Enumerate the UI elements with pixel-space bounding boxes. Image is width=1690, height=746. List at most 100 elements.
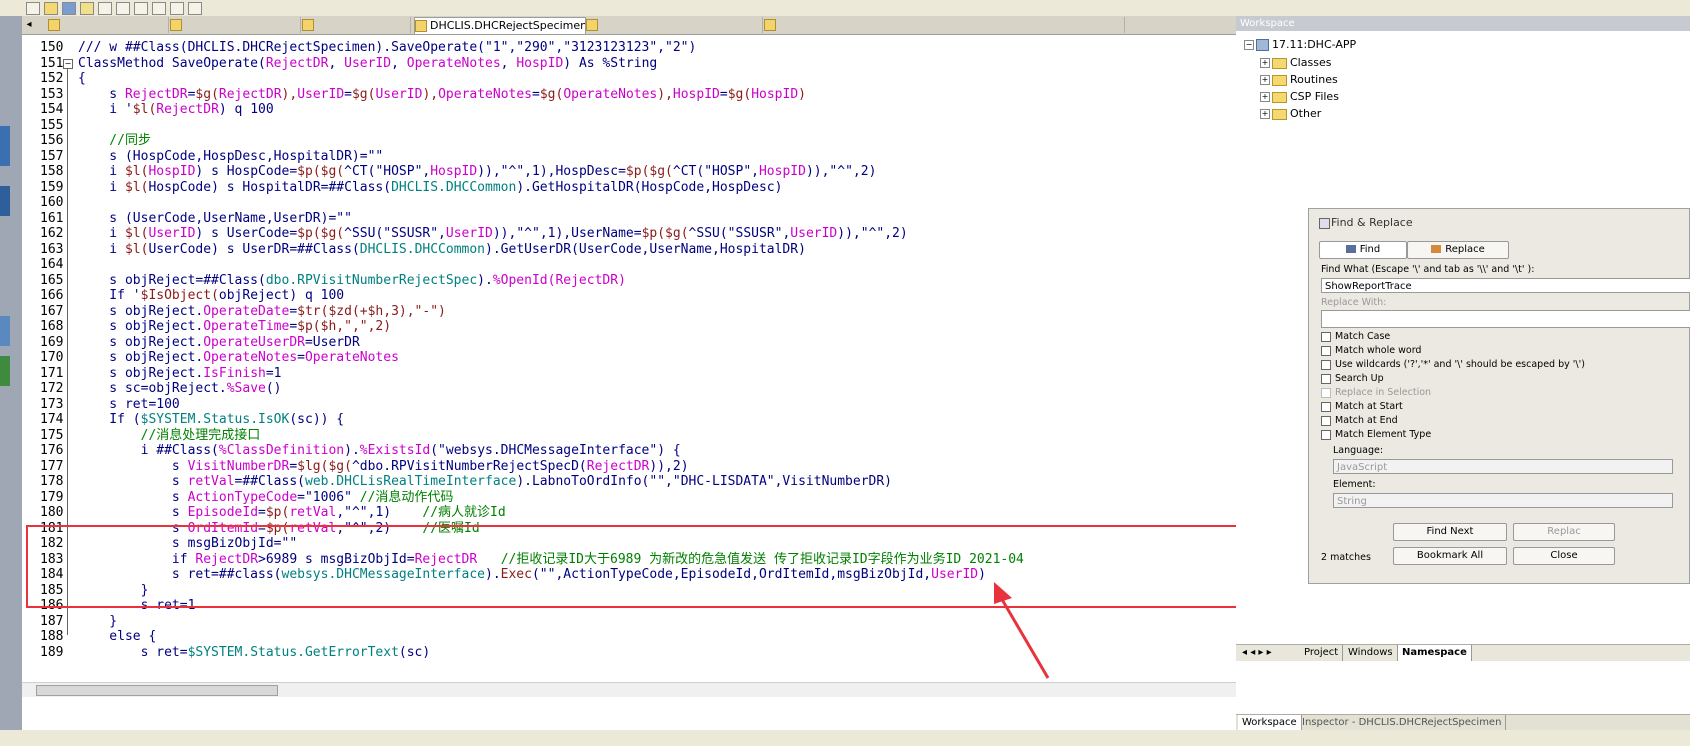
code-line[interactable]: s (UserCode,UserName,UserDR)="" xyxy=(78,211,352,228)
code-line[interactable]: s objReject.OperateUserDR=UserDR xyxy=(78,335,359,352)
new-file-icon[interactable] xyxy=(26,2,40,15)
code-line[interactable]: i $l(UserCode) s UserDR=##Class(DHCLIS.D… xyxy=(78,242,806,259)
fold-collapse-icon[interactable]: − xyxy=(63,58,73,69)
checkbox-icon[interactable] xyxy=(1321,401,1331,412)
copy-icon[interactable] xyxy=(116,2,130,15)
cut-icon[interactable] xyxy=(98,2,112,15)
code-line[interactable]: s RejectDR=$g(RejectDR),UserID=$g(UserID… xyxy=(78,87,806,104)
replace-tab[interactable]: Replace xyxy=(1407,241,1509,259)
tree-item-other[interactable]: + Other xyxy=(1260,107,1321,121)
code-line[interactable]: else { xyxy=(78,629,156,646)
option-match-whole-word[interactable]: Match whole word xyxy=(1321,345,1421,357)
code-line[interactable]: s VisitNumberDR=$lg($g(^dbo.RPVisitNumbe… xyxy=(78,459,689,476)
code-editor[interactable]: ◂ DHCLIS.DHCRejectSpecimen.cls ▸ × 15015… xyxy=(22,16,1331,732)
horizontal-scrollbar[interactable] xyxy=(22,682,1310,697)
code-line[interactable]: s objReject.IsFinish=1 xyxy=(78,366,281,383)
code-line[interactable]: //消息处理完成接口 xyxy=(78,428,261,445)
code-line[interactable]: s EpisodeId=$p(retVal,"^",1) //病人就诊Id xyxy=(78,505,506,522)
checkbox-icon[interactable] xyxy=(1321,331,1331,342)
code-line[interactable]: i ##Class(%ClassDefinition).%ExistsId("w… xyxy=(78,443,681,460)
find-what-input[interactable]: ShowReportTrace xyxy=(1321,278,1690,293)
checkbox-icon[interactable] xyxy=(1321,373,1331,384)
option-match-at-start[interactable]: Match at Start xyxy=(1321,401,1403,413)
save-icon[interactable] xyxy=(62,2,76,15)
option-use-wildcards[interactable]: Use wildcards ('?','*' and '\' should be… xyxy=(1321,359,1585,371)
code-line[interactable]: s objReject.OperateDate=$tr($zd(+$h,3),"… xyxy=(78,304,446,321)
code-line[interactable]: { xyxy=(78,71,86,88)
tree-root[interactable]: − 17.11:DHC-APP xyxy=(1244,38,1356,52)
editor-tab[interactable] xyxy=(764,17,1125,33)
tab-nav-arrows-icon[interactable]: ◂ ◂ ▸ ▸ xyxy=(1242,645,1272,661)
bookmark-all-button[interactable]: Bookmark All xyxy=(1393,547,1507,565)
code-line[interactable]: If ($SYSTEM.Status.IsOK(sc)) { xyxy=(78,412,344,429)
collapse-icon[interactable]: − xyxy=(1244,40,1254,50)
replace-button[interactable]: Replac xyxy=(1513,523,1615,541)
expand-icon[interactable]: + xyxy=(1260,92,1270,102)
find-tab[interactable]: Find xyxy=(1319,241,1407,259)
compile-icon[interactable] xyxy=(80,2,94,15)
editor-tab[interactable] xyxy=(48,17,169,33)
checkbox-icon[interactable] xyxy=(1321,345,1331,356)
redo-icon[interactable] xyxy=(170,2,184,15)
code-line[interactable]: /// w ##Class(DHCLIS.DHCRejectSpecimen).… xyxy=(78,40,696,57)
code-line[interactable]: //同步 xyxy=(78,133,151,150)
editor-tab[interactable] xyxy=(586,17,763,33)
tree-item-classes[interactable]: + Classes xyxy=(1260,56,1331,70)
code-line[interactable]: i $l(UserID) s UserCode=$p($g(^SSU("SSUS… xyxy=(78,226,907,243)
code-area[interactable]: /// w ##Class(DHCLIS.DHCRejectSpecimen).… xyxy=(78,38,1318,724)
paste-icon[interactable] xyxy=(134,2,148,15)
expand-icon[interactable]: + xyxy=(1260,58,1270,68)
code-line[interactable]: ClassMethod SaveOperate(RejectDR, UserID… xyxy=(78,56,657,73)
tree-item-csp-files[interactable]: + CSP Files xyxy=(1260,90,1339,104)
undo-icon[interactable] xyxy=(152,2,166,15)
tab-scroll-left-icon[interactable]: ◂ xyxy=(22,16,36,34)
editor-tab[interactable] xyxy=(302,17,411,33)
code-token: OperateNotes xyxy=(406,55,501,71)
code-token: objReject) q 100 xyxy=(218,288,345,303)
code-line[interactable]: s ActionTypeCode="1006" //消息动作代码 xyxy=(78,489,454,507)
checkbox-icon[interactable] xyxy=(1321,415,1331,426)
tab-workspace[interactable]: Workspace xyxy=(1238,715,1302,731)
checkbox-icon[interactable] xyxy=(1321,429,1331,440)
expand-icon[interactable]: + xyxy=(1260,109,1270,119)
debug-icon[interactable] xyxy=(188,2,202,15)
checkbox-icon[interactable] xyxy=(1321,359,1331,370)
code-line[interactable]: s objReject.OperateTime=$p($h,",",2) xyxy=(78,319,391,336)
element-select[interactable]: String xyxy=(1333,493,1673,508)
code-line[interactable]: s sc=objReject.%Save() xyxy=(78,381,281,398)
language-select[interactable]: JavaScript xyxy=(1333,459,1673,474)
tree-item-routines[interactable]: + Routines xyxy=(1260,73,1338,87)
code-line[interactable]: s ret=$SYSTEM.Status.GetErrorText(sc) xyxy=(78,645,431,662)
close-button[interactable]: Close xyxy=(1513,547,1615,565)
code-line[interactable]: i $l(HospID) s HospCode=$p($g(^CT("HOSP"… xyxy=(78,164,876,181)
code-line[interactable]: } xyxy=(78,614,117,631)
replace-with-input[interactable] xyxy=(1321,310,1690,328)
option-match-case[interactable]: Match Case xyxy=(1321,331,1390,343)
tab-project[interactable]: Project xyxy=(1300,645,1344,661)
tab-inspector[interactable]: Inspector - DHCLIS.DHCRejectSpecimen xyxy=(1298,715,1507,731)
code-line[interactable]: If '$IsObject(objReject) q 100 xyxy=(78,288,344,305)
expand-icon[interactable]: + xyxy=(1260,75,1270,85)
option-match-element-type[interactable]: Match Element Type xyxy=(1321,429,1431,441)
horizontal-scroll-thumb[interactable] xyxy=(36,685,278,696)
editor-tab[interactable] xyxy=(170,17,301,33)
tab-windows[interactable]: Windows xyxy=(1344,645,1398,661)
code-line[interactable]: s objReject.OperateNotes=OperateNotes xyxy=(78,350,399,367)
code-token: s xyxy=(78,489,188,505)
tab-namespace[interactable]: Namespace xyxy=(1398,645,1472,661)
code-token: HospID xyxy=(758,164,806,179)
code-line[interactable]: s retVal=##Class(web.DHCLisRealTimeInter… xyxy=(78,474,892,491)
editor-tab-active[interactable]: DHCLIS.DHCRejectSpecimen.cls xyxy=(414,17,586,34)
find-next-button[interactable]: Find Next xyxy=(1393,523,1507,541)
code-line[interactable]: i '$l(RejectDR) q 100 xyxy=(78,102,273,119)
code-line[interactable]: s ret=100 xyxy=(78,397,179,414)
workspace-title: Workspace xyxy=(1236,16,1690,31)
code-line[interactable]: s (HospCode,HospDesc,HospitalDR)="" xyxy=(78,149,383,166)
code-token: , xyxy=(500,55,517,71)
code-line[interactable]: s objReject=##Class(dbo.RPVisitNumberRej… xyxy=(78,273,626,290)
code-line[interactable]: i $l(HospCode) s HospitalDR=##Class(DHCL… xyxy=(78,180,782,197)
option-search-up[interactable]: Search Up xyxy=(1321,373,1384,385)
open-folder-icon[interactable] xyxy=(44,2,58,15)
code-token: HospID xyxy=(430,164,478,179)
option-match-at-end[interactable]: Match at End xyxy=(1321,415,1398,427)
